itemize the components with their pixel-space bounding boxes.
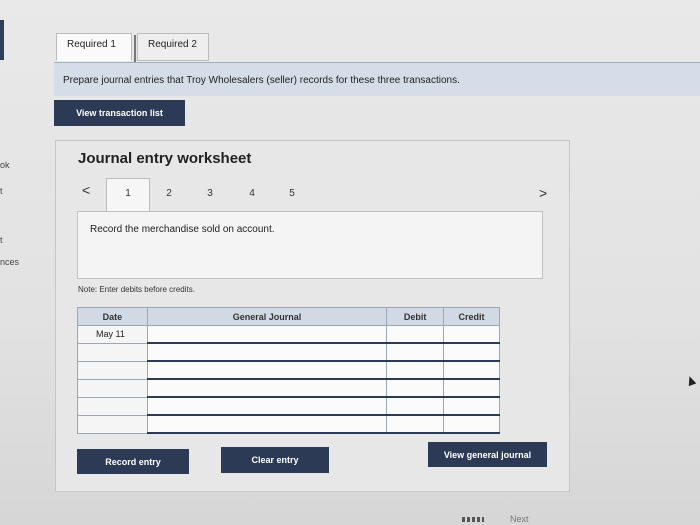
table-row	[77, 396, 500, 416]
column-header-debit: Debit	[386, 307, 445, 326]
tab-divider	[134, 35, 136, 63]
next-button[interactable]: Next	[510, 514, 529, 524]
date-cell[interactable]	[77, 360, 148, 380]
credit-input[interactable]	[443, 342, 500, 362]
record-description: Record the merchandise sold on account.	[90, 224, 275, 235]
date-cell[interactable]	[77, 414, 148, 434]
table-row: May 11	[77, 325, 500, 344]
credit-input[interactable]	[443, 378, 500, 398]
account-input[interactable]	[146, 396, 388, 416]
account-input[interactable]	[146, 325, 388, 344]
debit-input[interactable]	[386, 325, 445, 344]
view-general-journal-button[interactable]: View general journal	[428, 442, 547, 467]
sidebar-fragment[interactable]: t	[0, 235, 3, 245]
tab-required-1[interactable]: Required 1	[56, 33, 132, 61]
table-row	[77, 378, 500, 398]
chevron-left-icon[interactable]: <	[82, 182, 90, 198]
instructions-bar: Prepare journal entries that Troy Wholes…	[54, 62, 700, 96]
entry-tab-1[interactable]: 1	[121, 188, 135, 199]
entry-tab-2[interactable]: 2	[162, 188, 176, 199]
entry-tab-4[interactable]: 4	[245, 188, 259, 199]
entry-tab-3[interactable]: 3	[203, 188, 217, 199]
date-cell[interactable]	[77, 342, 148, 362]
account-input[interactable]	[146, 414, 388, 434]
debit-input[interactable]	[386, 342, 445, 362]
account-input[interactable]	[146, 360, 388, 380]
tab-required-2[interactable]: Required 2	[137, 33, 209, 61]
column-header-general-journal: General Journal	[146, 307, 388, 326]
sidebar-fragment[interactable]: t	[0, 186, 3, 196]
table-row	[77, 360, 500, 380]
date-cell[interactable]: May 11	[77, 325, 148, 344]
clear-entry-button[interactable]: Clear entry	[221, 447, 329, 473]
credit-input[interactable]	[443, 396, 500, 416]
view-transaction-list-button[interactable]: View transaction list	[54, 100, 185, 126]
grid-icon[interactable]	[462, 517, 484, 522]
column-header-credit: Credit	[443, 307, 500, 326]
debit-input[interactable]	[386, 396, 445, 416]
date-cell[interactable]	[77, 378, 148, 398]
debit-input[interactable]	[386, 360, 445, 380]
sidebar-edge	[0, 20, 4, 60]
record-entry-button[interactable]: Record entry	[77, 449, 189, 474]
credit-input[interactable]	[443, 414, 500, 434]
table-row	[77, 414, 500, 434]
date-cell[interactable]	[77, 396, 148, 416]
journal-header-row: Date General Journal Debit Credit	[77, 307, 500, 326]
sidebar-fragment[interactable]: nces	[0, 257, 19, 267]
credit-input[interactable]	[443, 325, 500, 344]
column-header-date: Date	[77, 307, 148, 326]
chevron-right-icon[interactable]: >	[539, 185, 547, 201]
entry-tab-5[interactable]: 5	[285, 188, 299, 199]
debit-input[interactable]	[386, 414, 445, 434]
account-input[interactable]	[146, 342, 388, 362]
record-description-box	[77, 211, 543, 279]
mouse-cursor-icon	[685, 374, 697, 387]
debit-credit-note: Note: Enter debits before credits.	[78, 285, 195, 294]
page-background: ok t t nces Required 1 Required 2 Prepar…	[0, 0, 700, 525]
credit-input[interactable]	[443, 360, 500, 380]
sidebar-fragment[interactable]: ok	[0, 160, 10, 170]
table-row	[77, 342, 500, 362]
journal-table: Date General Journal Debit Credit May 11	[77, 307, 500, 434]
worksheet-title: Journal entry worksheet	[78, 150, 252, 167]
account-input[interactable]	[146, 378, 388, 398]
debit-input[interactable]	[386, 378, 445, 398]
